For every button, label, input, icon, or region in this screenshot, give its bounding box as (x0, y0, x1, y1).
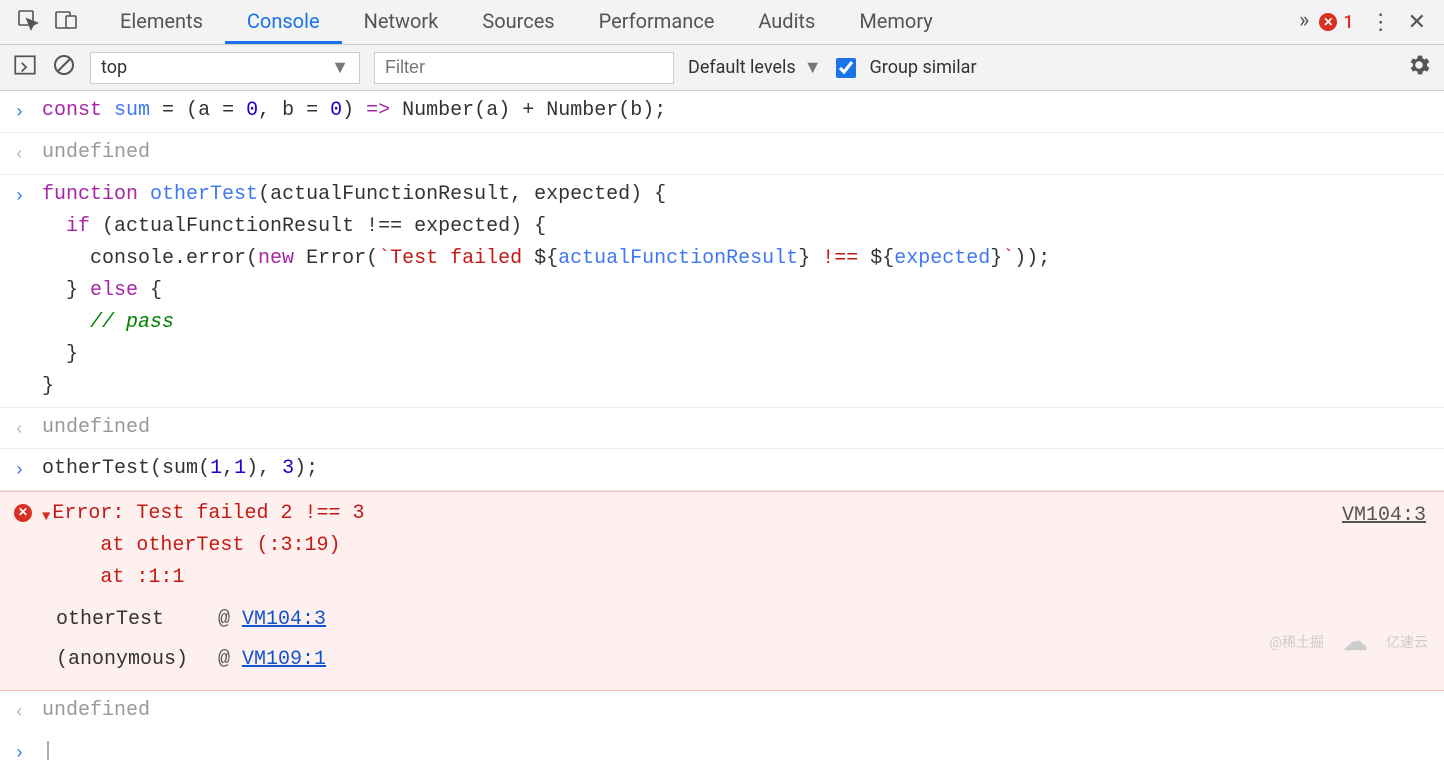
trace-row: (anonymous) @ VM109:1 (56, 640, 1430, 680)
console-row: ‹undefined (0, 133, 1444, 175)
more-tabs-icon[interactable]: » (1289, 0, 1319, 44)
devtools-tabs-bar: ElementsConsoleNetworkSourcesPerformance… (0, 0, 1444, 45)
trace-at: @ (218, 604, 230, 636)
console-row: ›const sum = (a = 0, b = 0) => Number(a)… (0, 91, 1444, 133)
log-levels-label: Default levels (688, 57, 796, 78)
error-count-badge[interactable]: ✕ 1 (1319, 12, 1353, 33)
chevron-down-icon: ▼ (804, 57, 822, 78)
error-source-link[interactable]: VM104:3 (1342, 500, 1426, 532)
tab-memory[interactable]: Memory (837, 0, 954, 44)
watermark: @稀土掘 ☁ 亿速云 (1269, 627, 1428, 657)
close-icon[interactable]: ✕ (1408, 10, 1426, 35)
log-levels-selector[interactable]: Default levels ▼ (688, 57, 822, 78)
filter-input[interactable] (374, 52, 674, 84)
console-row: ‹undefined (0, 691, 1444, 732)
group-similar-label: Group similar (870, 57, 977, 78)
trace-at: @ (218, 644, 230, 676)
console-toolbar: top ▼ Default levels ▼ Group similar (0, 45, 1444, 91)
trace-link[interactable]: VM104:3 (242, 604, 326, 636)
console-prompt[interactable]: ›| (0, 732, 1444, 773)
trace-fn: (anonymous) (56, 644, 206, 676)
inspect-icon[interactable] (16, 8, 40, 36)
context-selector[interactable]: top ▼ (90, 52, 360, 84)
console-row: ‹undefined (0, 408, 1444, 450)
clear-console-icon[interactable] (52, 53, 76, 82)
tab-audits[interactable]: Audits (736, 0, 837, 44)
trace-row: otherTest @ VM104:3 (56, 600, 1430, 640)
console-row: ›otherTest(sum(1,1), 3); (0, 449, 1444, 491)
error-count: 1 (1343, 12, 1353, 33)
settings-icon[interactable] (1406, 52, 1432, 83)
tab-performance[interactable]: Performance (577, 0, 737, 44)
context-value: top (101, 57, 127, 78)
tab-network[interactable]: Network (342, 0, 461, 44)
group-similar-checkbox[interactable] (836, 58, 856, 78)
show-console-sidebar-icon[interactable] (12, 52, 38, 83)
stack-trace: otherTest @ VM104:3 (anonymous) @ VM109:1 (56, 600, 1430, 680)
chevron-down-icon: ▼ (331, 57, 349, 78)
tab-sources[interactable]: Sources (460, 0, 576, 44)
device-mode-icon[interactable] (54, 8, 78, 36)
error-toggle-icon[interactable]: ▼ (42, 498, 50, 528)
error-icon: ✕ (14, 504, 32, 522)
tabs-list: ElementsConsoleNetworkSourcesPerformance… (98, 0, 1289, 44)
trace-link[interactable]: VM109:1 (242, 644, 326, 676)
tab-console[interactable]: Console (225, 0, 342, 44)
console-log: ›const sum = (a = 0, b = 0) => Number(a)… (0, 91, 1444, 773)
trace-fn: otherTest (56, 604, 206, 636)
error-icon: ✕ (1319, 13, 1337, 31)
kebab-menu-icon[interactable]: ⋮ (1370, 10, 1392, 35)
cloud-icon: ☁ (1342, 627, 1368, 657)
console-error: ✕ ▼Error: Test failed 2 !== 3 at otherTes… (0, 491, 1444, 691)
console-row: ›function otherTest(actualFunctionResult… (0, 175, 1444, 408)
error-message: Error: Test failed 2 !== 3 at otherTest … (52, 498, 364, 594)
tab-elements[interactable]: Elements (98, 0, 225, 44)
